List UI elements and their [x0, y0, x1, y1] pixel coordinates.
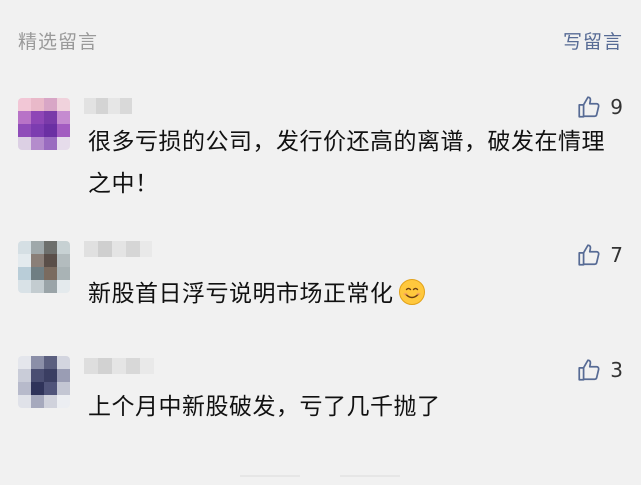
avatar-pixel	[57, 356, 70, 369]
avatar-pixel	[44, 356, 57, 369]
avatar-pixel	[31, 137, 44, 150]
avatar-pixel	[44, 382, 57, 395]
smiling-face-emoji-icon	[398, 279, 425, 305]
thumbs-up-icon	[578, 359, 600, 381]
avatar-pixel	[44, 369, 57, 382]
avatar-pixel	[44, 280, 57, 293]
avatar-pixel	[18, 254, 31, 267]
like-button[interactable]: 9	[576, 94, 623, 120]
avatar-pixel	[31, 267, 44, 280]
comment-item: 7 新股首日浮亏说明市场正常化	[0, 236, 641, 316]
avatar-pixel	[44, 241, 57, 254]
divider	[240, 475, 400, 477]
avatar-pixel	[18, 98, 31, 111]
avatar-pixel	[57, 267, 70, 280]
avatar-pixel	[57, 254, 70, 267]
like-count: 7	[610, 243, 623, 267]
avatar-pixel	[44, 124, 57, 137]
avatar-pixel	[44, 98, 57, 111]
avatar-pixel	[57, 369, 70, 382]
avatar-pixel	[18, 241, 31, 254]
avatar-pixel	[57, 280, 70, 293]
avatar-pixel	[18, 267, 31, 280]
avatar-pixel	[31, 395, 44, 408]
avatar-pixel	[18, 382, 31, 395]
like-count: 3	[610, 358, 623, 382]
avatar-pixel	[31, 98, 44, 111]
avatar-pixel	[44, 395, 57, 408]
avatar-pixel	[18, 356, 31, 369]
avatar-pixel	[57, 137, 70, 150]
avatar[interactable]	[18, 98, 70, 150]
avatar[interactable]	[18, 356, 70, 408]
comment-item: 3 上个月中新股破发，亏了几千抛了	[0, 352, 641, 432]
commenter-name[interactable]	[84, 358, 154, 374]
avatar-pixel	[18, 369, 31, 382]
commenter-name[interactable]	[84, 98, 132, 114]
avatar-pixel	[44, 137, 57, 150]
like-button[interactable]: 7	[576, 242, 623, 268]
thumbs-up-icon	[578, 96, 600, 118]
comment-text: 上个月中新股破发，亏了几千抛了	[88, 394, 441, 420]
like-count: 9	[610, 95, 623, 119]
avatar-pixel	[18, 124, 31, 137]
avatar-pixel	[18, 395, 31, 408]
avatar-pixel	[57, 98, 70, 111]
avatar-pixel	[31, 369, 44, 382]
comment-item: 9 很多亏损的公司，发行价还高的离谱，破发在情理之中！	[0, 92, 641, 202]
featured-comments-title: 精选留言	[18, 31, 99, 53]
thumbs-up-icon	[578, 244, 600, 266]
write-comment-button[interactable]: 写留言	[563, 27, 623, 54]
avatar-pixel	[31, 356, 44, 369]
avatar-pixel	[44, 254, 57, 267]
comments-header: 精选留言 写留言	[0, 0, 641, 80]
avatar-pixel	[31, 124, 44, 137]
avatar-pixel	[31, 382, 44, 395]
avatar[interactable]	[18, 241, 70, 293]
avatar-pixel	[18, 111, 31, 124]
comment-text-content: 新股首日浮亏说明市场正常化	[88, 281, 394, 307]
avatar-pixel	[57, 241, 70, 254]
avatar-pixel	[44, 111, 57, 124]
avatar-pixel	[31, 280, 44, 293]
avatar-pixel	[57, 124, 70, 137]
like-button[interactable]: 3	[576, 357, 623, 383]
avatar-pixel	[18, 137, 31, 150]
avatar-pixel	[31, 241, 44, 254]
avatar-pixel	[57, 382, 70, 395]
comment-text: 很多亏损的公司，发行价还高的离谱，破发在情理之中！	[88, 129, 605, 197]
avatar-pixel	[57, 395, 70, 408]
avatar-pixel	[57, 111, 70, 124]
avatar-pixel	[44, 267, 57, 280]
avatar-pixel	[31, 111, 44, 124]
avatar-pixel	[31, 254, 44, 267]
comment-text: 新股首日浮亏说明市场正常化	[88, 273, 628, 315]
avatar-pixel	[18, 280, 31, 293]
commenter-name[interactable]	[84, 241, 152, 257]
